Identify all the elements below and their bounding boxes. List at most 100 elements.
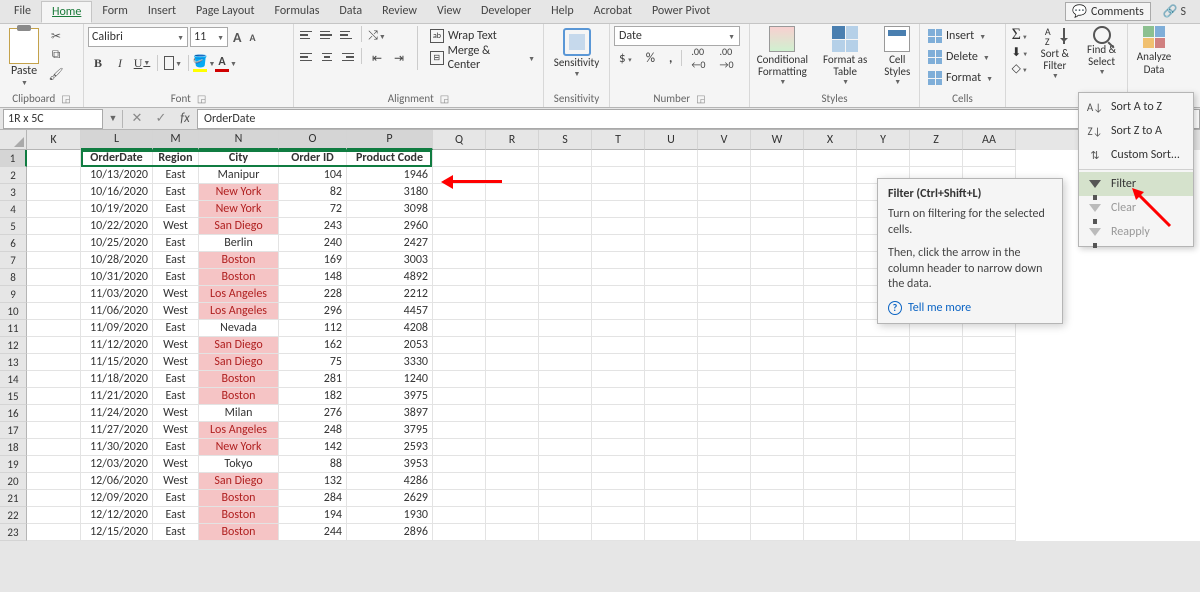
cell[interactable]: [698, 303, 751, 320]
cell[interactable]: [804, 235, 857, 252]
cell[interactable]: [751, 167, 804, 184]
cell[interactable]: [645, 184, 698, 201]
cell[interactable]: [751, 286, 804, 303]
cell[interactable]: [910, 524, 963, 541]
cell[interactable]: [27, 167, 81, 184]
menu-custom-sort[interactable]: ⇅Custom Sort...: [1079, 143, 1193, 167]
cell[interactable]: [645, 439, 698, 456]
cell[interactable]: [910, 371, 963, 388]
cell[interactable]: [963, 405, 1016, 422]
fill-button[interactable]: ⬇▼: [1011, 45, 1028, 60]
formula-bar[interactable]: OrderDate: [197, 109, 1200, 129]
cell[interactable]: 1240: [347, 371, 433, 388]
row-header[interactable]: 3: [0, 184, 27, 201]
align-right-button[interactable]: [338, 48, 356, 66]
cell[interactable]: [751, 252, 804, 269]
cell[interactable]: [910, 456, 963, 473]
cell[interactable]: [751, 150, 804, 167]
tab-data[interactable]: Data: [329, 1, 372, 23]
name-box[interactable]: 1R x 5C: [3, 109, 103, 129]
col-header-T[interactable]: T: [592, 130, 645, 150]
cell[interactable]: Order ID: [279, 150, 347, 167]
cell[interactable]: [751, 235, 804, 252]
cell[interactable]: [645, 218, 698, 235]
cell[interactable]: [27, 456, 81, 473]
cell[interactable]: [486, 371, 539, 388]
cell[interactable]: [539, 473, 592, 490]
cell[interactable]: 1946: [347, 167, 433, 184]
cell[interactable]: [486, 439, 539, 456]
row-header[interactable]: 17: [0, 422, 27, 439]
col-header-Z[interactable]: Z: [910, 130, 963, 150]
row-header[interactable]: 16: [0, 405, 27, 422]
cell[interactable]: [698, 150, 751, 167]
cell[interactable]: 10/31/2020: [81, 269, 153, 286]
cut-button[interactable]: ✂: [48, 28, 64, 44]
cell[interactable]: 2896: [347, 524, 433, 541]
cell[interactable]: San Diego: [199, 337, 279, 354]
cell[interactable]: [645, 405, 698, 422]
cell[interactable]: 12/06/2020: [81, 473, 153, 490]
cell[interactable]: [27, 337, 81, 354]
tab-home[interactable]: Home: [41, 1, 92, 23]
cell[interactable]: [910, 490, 963, 507]
cell[interactable]: West: [153, 286, 199, 303]
cell[interactable]: 11/24/2020: [81, 405, 153, 422]
cell[interactable]: 3897: [347, 405, 433, 422]
cell[interactable]: [592, 473, 645, 490]
cell[interactable]: [751, 507, 804, 524]
sensitivity-button[interactable]: Sensitivity ▼: [549, 26, 605, 78]
row-header[interactable]: 9: [0, 286, 27, 303]
cell[interactable]: [698, 320, 751, 337]
cell[interactable]: OrderDate: [81, 150, 153, 167]
cell[interactable]: 12/12/2020: [81, 507, 153, 524]
dialog-launcher-icon[interactable]: ◲: [696, 92, 705, 105]
font-name-select[interactable]: Calibri▼: [88, 27, 188, 47]
tab-form[interactable]: Form: [92, 1, 137, 23]
cell[interactable]: [645, 490, 698, 507]
cell[interactable]: [486, 286, 539, 303]
cell[interactable]: [910, 354, 963, 371]
cell[interactable]: [433, 286, 486, 303]
tab-formulas[interactable]: Formulas: [264, 1, 329, 23]
number-format-select[interactable]: Date▼: [614, 26, 740, 46]
cell[interactable]: [645, 354, 698, 371]
insert-function-button[interactable]: fx: [173, 111, 197, 126]
cell[interactable]: [592, 371, 645, 388]
cell[interactable]: [592, 405, 645, 422]
cell[interactable]: New York: [199, 201, 279, 218]
comma-button[interactable]: ,: [664, 51, 677, 66]
menu-sort-az[interactable]: A↓Sort A to Z: [1079, 95, 1193, 119]
row-header[interactable]: 15: [0, 388, 27, 405]
menu-filter[interactable]: Filter: [1079, 172, 1193, 196]
cell[interactable]: [592, 286, 645, 303]
cell[interactable]: 2629: [347, 490, 433, 507]
cell[interactable]: [433, 405, 486, 422]
cell[interactable]: [751, 320, 804, 337]
cell[interactable]: [698, 439, 751, 456]
format-cells-button[interactable]: Format▼: [924, 68, 997, 88]
cell[interactable]: [698, 201, 751, 218]
cell[interactable]: [433, 218, 486, 235]
cell[interactable]: [804, 286, 857, 303]
cell[interactable]: West: [153, 303, 199, 320]
col-header-S[interactable]: S: [539, 130, 592, 150]
row-header[interactable]: 1: [0, 150, 27, 167]
cell[interactable]: [963, 354, 1016, 371]
cell[interactable]: 162: [279, 337, 347, 354]
cell[interactable]: [27, 490, 81, 507]
cell[interactable]: 4892: [347, 269, 433, 286]
cell[interactable]: East: [153, 524, 199, 541]
cell[interactable]: [433, 167, 486, 184]
align-bottom-button[interactable]: [338, 26, 356, 44]
cell[interactable]: [857, 354, 910, 371]
cell[interactable]: [751, 388, 804, 405]
cell[interactable]: 243: [279, 218, 347, 235]
cell[interactable]: [433, 303, 486, 320]
cell[interactable]: [804, 167, 857, 184]
cell[interactable]: [486, 167, 539, 184]
cell[interactable]: [592, 388, 645, 405]
insert-cells-button[interactable]: Insert▼: [924, 26, 997, 46]
col-header-L[interactable]: L: [81, 130, 153, 150]
cell[interactable]: [857, 371, 910, 388]
